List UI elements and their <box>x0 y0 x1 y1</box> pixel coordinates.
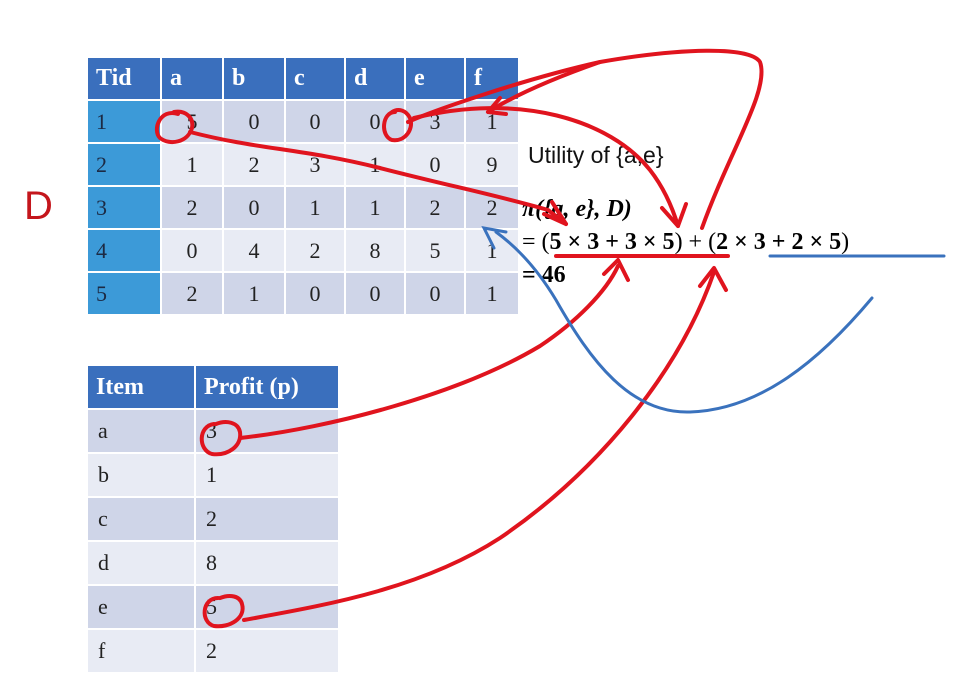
table-row: d 8 <box>88 542 338 584</box>
blue-curve <box>494 230 874 414</box>
arrowhead-profit-a <box>602 258 630 282</box>
table-cell: 1 <box>466 101 518 142</box>
table-cell: c <box>88 498 194 540</box>
table-row: a 3 <box>88 410 338 452</box>
table-cell: 2 <box>286 230 344 271</box>
table-cell: 1 <box>88 101 160 142</box>
table-cell: 3 <box>88 187 160 228</box>
table-cell: 0 <box>224 187 284 228</box>
formula-term-2: 2 × 3 + 2 × 5 <box>716 229 842 255</box>
formula-utility-expression: π({a, e}, D) <box>522 196 632 222</box>
header-f: f <box>466 58 518 99</box>
table-cell: 9 <box>466 144 518 185</box>
table-cell: 5 <box>406 230 464 271</box>
table-cell: 0 <box>224 101 284 142</box>
formula-suffix: ) <box>841 229 850 255</box>
table-row: c 2 <box>88 498 338 540</box>
table-cell: 1 <box>346 144 404 185</box>
table-cell: 0 <box>162 230 222 271</box>
header-d: d <box>346 58 404 99</box>
formula-mid: ) + ( <box>674 229 717 255</box>
header-c: c <box>286 58 344 99</box>
table-cell: 1 <box>466 230 518 271</box>
table-cell: b <box>88 454 194 496</box>
table-cell: 0 <box>406 273 464 314</box>
table-header-row: Item Profit (p) <box>88 366 338 408</box>
table-row: 1 5 0 0 0 3 1 <box>88 101 518 142</box>
formula-expansion: = (5 × 3 + 3 × 5) + (2 × 3 + 2 × 5) <box>522 229 849 256</box>
formula-result: = 46 <box>522 262 566 288</box>
header-item: Item <box>88 366 194 408</box>
table-cell: 0 <box>346 273 404 314</box>
table-cell: 2 <box>466 187 518 228</box>
formula-prefix: = ( <box>522 229 550 255</box>
table-cell: 3 <box>406 101 464 142</box>
table-row: 4 0 4 2 8 5 1 <box>88 230 518 271</box>
header-b: b <box>224 58 284 99</box>
table-cell: 2 <box>196 498 338 540</box>
table-cell: d <box>88 542 194 584</box>
table-cell: 5 <box>196 586 338 628</box>
table-cell: 0 <box>346 101 404 142</box>
transaction-table: Tid a b c d e f 1 5 0 0 0 3 1 2 1 2 3 1 … <box>86 56 520 316</box>
table-cell: 2 <box>88 144 160 185</box>
table-cell: 4 <box>224 230 284 271</box>
header-tid: Tid <box>88 58 160 99</box>
table-cell: 3 <box>286 144 344 185</box>
table-cell: 1 <box>466 273 518 314</box>
table-cell: a <box>88 410 194 452</box>
table-cell: 2 <box>196 630 338 672</box>
profit-table: Item Profit (p) a 3 b 1 c 2 d 8 e 5 f 2 <box>86 364 340 674</box>
table-cell: 1 <box>346 187 404 228</box>
table-row: e 5 <box>88 586 338 628</box>
utility-title: Utility of {a,e} <box>528 142 664 168</box>
table-cell: 4 <box>88 230 160 271</box>
table-cell: f <box>88 630 194 672</box>
table-cell: 5 <box>162 101 222 142</box>
header-a: a <box>162 58 222 99</box>
table-cell: 2 <box>406 187 464 228</box>
table-cell: 1 <box>224 273 284 314</box>
formula-term-1: 5 × 3 + 3 × 5 <box>549 229 675 255</box>
table-cell: 0 <box>286 101 344 142</box>
header-e: e <box>406 58 464 99</box>
dataset-label: D <box>24 184 53 228</box>
table-row: 2 1 2 3 1 0 9 <box>88 144 518 185</box>
table-row: b 1 <box>88 454 338 496</box>
arrowhead-profit-e <box>698 266 728 292</box>
arrowhead-e-formula <box>660 202 688 228</box>
table-cell: 1 <box>162 144 222 185</box>
header-profit: Profit (p) <box>196 366 338 408</box>
table-cell: 5 <box>88 273 160 314</box>
table-cell: 1 <box>196 454 338 496</box>
table-cell: 8 <box>196 542 338 584</box>
table-cell: 0 <box>286 273 344 314</box>
table-cell: 2 <box>162 187 222 228</box>
table-cell: 2 <box>162 273 222 314</box>
table-cell: 0 <box>406 144 464 185</box>
table-row: f 2 <box>88 630 338 672</box>
table-row: 3 2 0 1 1 2 2 <box>88 187 518 228</box>
table-cell: e <box>88 586 194 628</box>
table-cell: 8 <box>346 230 404 271</box>
table-cell: 2 <box>224 144 284 185</box>
table-header-row: Tid a b c d e f <box>88 58 518 99</box>
table-row: 5 2 1 0 0 0 1 <box>88 273 518 314</box>
table-cell: 3 <box>196 410 338 452</box>
table-cell: 1 <box>286 187 344 228</box>
